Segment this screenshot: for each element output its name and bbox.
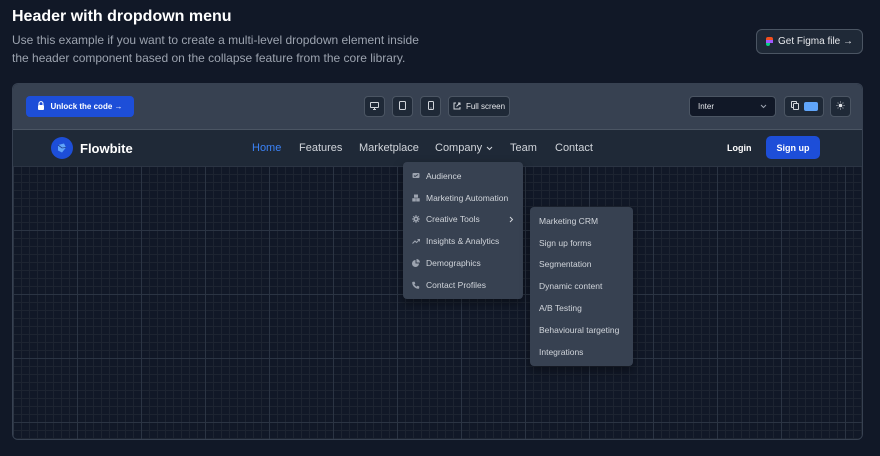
submenu-item[interactable]: Segmentation bbox=[530, 254, 633, 276]
submenu-item-label: Behavioural targeting bbox=[539, 324, 620, 335]
submenu-item[interactable]: Dynamic content bbox=[530, 275, 633, 297]
menu-item-label: Marketing Automation bbox=[426, 192, 509, 203]
nav-contact[interactable]: Contact bbox=[555, 142, 593, 154]
toggle-swatch bbox=[803, 102, 818, 111]
nav-features[interactable]: Features bbox=[299, 142, 342, 154]
lock-icon bbox=[37, 101, 45, 112]
tablet-icon bbox=[399, 101, 406, 112]
external-link-icon bbox=[453, 102, 461, 112]
nav-team[interactable]: Team bbox=[510, 142, 537, 154]
app-navbar: Flowbite Home Features Marketplace Compa… bbox=[13, 130, 862, 166]
brand-name: Flowbite bbox=[80, 140, 133, 156]
unlock-code-button[interactable]: Unlock the code → bbox=[26, 96, 134, 117]
font-select[interactable]: Inter bbox=[689, 96, 776, 117]
menu-item-contact-profiles[interactable]: Contact Profiles bbox=[403, 274, 523, 296]
preview-toolbar: Unlock the code → Full screen Inter bbox=[13, 84, 862, 130]
figma-icon bbox=[765, 36, 773, 47]
submenu-item-label: A/B Testing bbox=[539, 303, 582, 314]
submenu-item[interactable]: Sign up forms bbox=[530, 232, 633, 254]
get-figma-file-button[interactable]: Get Figma file → bbox=[756, 29, 863, 54]
submenu-item[interactable]: Marketing CRM bbox=[530, 210, 633, 232]
page-description: Use this example if you want to create a… bbox=[12, 33, 419, 65]
flowbite-logo-icon bbox=[51, 137, 73, 159]
theme-toggle-button[interactable] bbox=[830, 96, 851, 117]
submenu-item[interactable]: Integrations bbox=[530, 341, 633, 363]
desktop-view-button[interactable] bbox=[364, 96, 385, 117]
menu-item-marketing-automation[interactable]: Marketing Automation bbox=[403, 187, 523, 209]
figma-button-label: Get Figma file → bbox=[777, 36, 854, 47]
submenu-item[interactable]: Behavioural targeting bbox=[530, 319, 633, 341]
desktop-icon bbox=[370, 101, 379, 112]
brand[interactable]: Flowbite bbox=[51, 137, 133, 159]
creative-tools-submenu: Marketing CRM Sign up forms Segmentation… bbox=[530, 207, 633, 366]
nav-company-label: Company bbox=[435, 142, 483, 154]
menu-item-label: Creative Tools bbox=[426, 214, 480, 225]
pie-icon bbox=[412, 259, 420, 268]
login-link[interactable]: Login bbox=[727, 143, 752, 153]
cubes-icon bbox=[412, 194, 420, 202]
chevron-down-icon bbox=[486, 142, 493, 154]
copy-toggle-button[interactable] bbox=[784, 96, 824, 117]
nav-marketplace[interactable]: Marketplace bbox=[359, 142, 419, 154]
chevron-down-icon bbox=[760, 102, 767, 111]
submenu-item-label: Segmentation bbox=[539, 259, 592, 270]
menu-item-label: Demographics bbox=[426, 258, 481, 269]
chevron-right-icon bbox=[509, 215, 514, 225]
menu-item-label: Insights & Analytics bbox=[426, 236, 500, 247]
audience-icon bbox=[412, 172, 420, 180]
font-select-value: Inter bbox=[698, 102, 715, 111]
submenu-item[interactable]: A/B Testing bbox=[530, 297, 633, 319]
menu-item-creative-tools[interactable]: Creative Tools bbox=[403, 209, 523, 231]
gear-icon bbox=[412, 215, 420, 224]
menu-item-audience[interactable]: Audience bbox=[403, 165, 523, 187]
preview-frame: Unlock the code → Full screen Inter Flow… bbox=[12, 83, 863, 440]
nav-company[interactable]: Company bbox=[435, 142, 493, 154]
signup-button[interactable]: Sign up bbox=[766, 136, 820, 159]
trend-icon bbox=[412, 237, 420, 245]
menu-item-demographics[interactable]: Demographics bbox=[403, 252, 523, 274]
mobile-icon bbox=[427, 101, 434, 112]
menu-item-label: Audience bbox=[426, 170, 462, 181]
submenu-item-label: Dynamic content bbox=[539, 281, 603, 292]
copy-icon bbox=[790, 101, 799, 112]
submenu-item-label: Sign up forms bbox=[539, 237, 592, 248]
submenu-item-label: Marketing CRM bbox=[539, 215, 599, 226]
tablet-view-button[interactable] bbox=[392, 96, 413, 117]
unlock-label: Unlock the code → bbox=[50, 102, 123, 111]
phone-icon bbox=[412, 281, 420, 289]
full-screen-button[interactable]: Full screen bbox=[448, 96, 510, 117]
menu-item-label: Contact Profiles bbox=[426, 279, 486, 290]
nav-home[interactable]: Home bbox=[252, 142, 281, 154]
page-title: Header with dropdown menu bbox=[12, 8, 232, 25]
sun-icon bbox=[836, 101, 845, 112]
full-screen-label: Full screen bbox=[465, 102, 506, 111]
company-dropdown: Audience Marketing Automation Creative T… bbox=[403, 162, 523, 299]
mobile-view-button[interactable] bbox=[420, 96, 441, 117]
menu-item-insights-analytics[interactable]: Insights & Analytics bbox=[403, 230, 523, 252]
submenu-item-label: Integrations bbox=[539, 346, 584, 357]
